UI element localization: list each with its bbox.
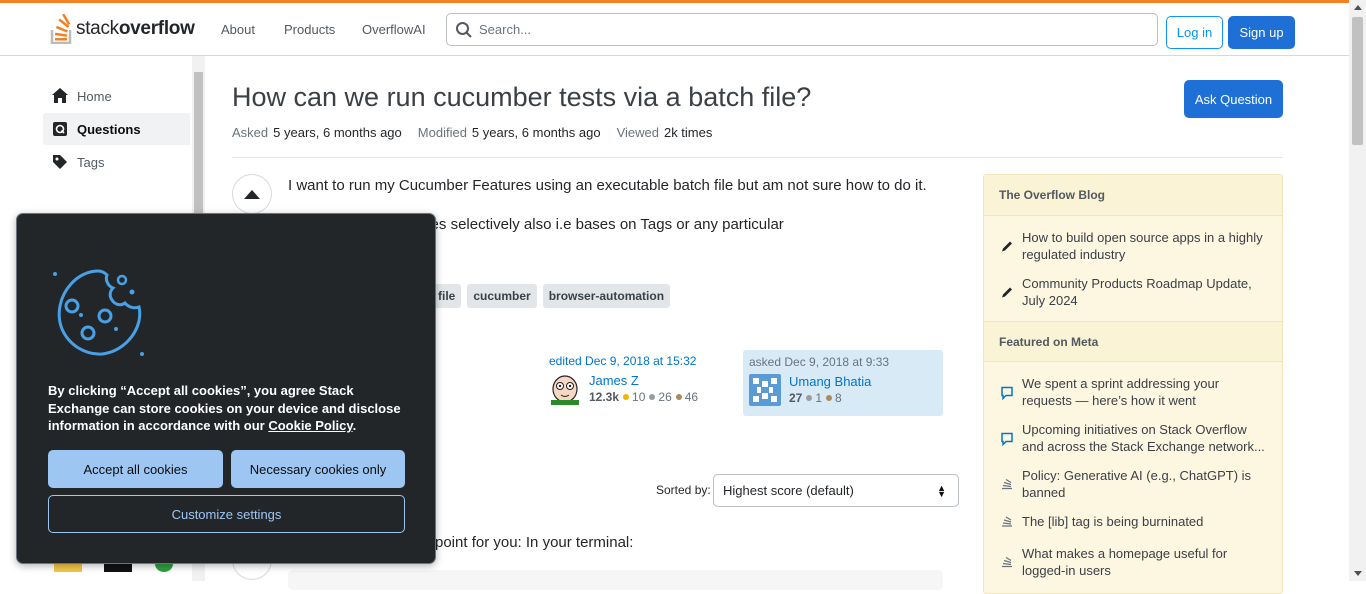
tag-cucumber[interactable]: cucumber — [467, 284, 537, 308]
sidebar-item-tags[interactable]: Tags — [43, 146, 190, 178]
asked-time[interactable]: asked Dec 9, 2018 at 9:33 — [749, 355, 937, 369]
select-arrows-icon: ▲ ▼ — [937, 483, 946, 499]
sidebar-scrollbar-thumb[interactable] — [194, 72, 203, 222]
sorted-by-label: Sorted by: — [656, 483, 711, 497]
sidebar-item-home[interactable]: Home — [43, 80, 190, 112]
overflow-blog-widget: The Overflow Blog How to build open sour… — [983, 174, 1283, 594]
stackoverflow-logo[interactable]: stackoverflow — [50, 12, 195, 46]
meta-item-text: What makes a homepage useful for logged-… — [1022, 546, 1228, 578]
blog-item[interactable]: Community Products Roadmap Update, July … — [1000, 275, 1270, 309]
blog-item-text: Community Products Roadmap Update, July … — [1022, 276, 1252, 308]
search-placeholder: Search... — [479, 22, 532, 37]
meta-widget-title: Featured on Meta — [984, 321, 1282, 362]
blog-item[interactable]: How to build open source apps in a highl… — [1000, 229, 1270, 263]
signup-button[interactable]: Sign up — [1228, 16, 1295, 49]
avatar[interactable] — [749, 374, 781, 406]
cookie-policy-link[interactable]: Cookie Policy — [268, 418, 352, 433]
cookie-icon — [53, 269, 144, 356]
asker-reputation: 27 1 8 — [789, 391, 842, 405]
login-button[interactable]: Log in — [1166, 16, 1223, 49]
necessary-cookies-button[interactable]: Necessary cookies only — [231, 450, 405, 488]
nav-products[interactable]: Products — [284, 22, 335, 37]
question-meta: Asked 5 years, 6 months ago Modified 5 yea… — [232, 125, 712, 140]
editor-name[interactable]: James Z — [589, 373, 698, 388]
edited-time[interactable]: edited Dec 9, 2018 at 15:32 — [549, 354, 734, 368]
meta-item-text: The [lib] tag is being burninated — [1022, 514, 1204, 529]
stackoverflow-logo-icon — [50, 14, 72, 44]
meta-item[interactable]: The [lib] tag is being burninated — [1000, 513, 1270, 530]
stack-exchange-icon — [1002, 556, 1012, 568]
cookie-consent-text: By clicking “Accept all cookies”, you ag… — [48, 383, 401, 433]
chat-bubble-icon — [1001, 386, 1013, 401]
tag-list: file cucumber browser-automation — [432, 284, 671, 308]
meta-item[interactable]: What makes a homepage useful for logged-… — [1000, 545, 1270, 579]
nav-overflowai[interactable]: OverflowAI — [362, 22, 426, 37]
meta-item-text: Policy: Generative AI (e.g., ChatGPT) is… — [1022, 468, 1252, 500]
modified-meta[interactable]: Modified 5 years, 6 months ago — [418, 125, 601, 140]
avatar[interactable] — [549, 373, 581, 405]
sidebar-item-label: Tags — [77, 154, 105, 170]
editor-reputation: 12.3k 10 26 46 — [589, 390, 699, 404]
question-title[interactable]: How can we run cucumber tests via a batc… — [232, 82, 811, 113]
logo-text: stackoverflow — [76, 18, 195, 39]
scrollbar-thumb[interactable] — [1352, 17, 1363, 145]
viewed-meta: Viewed 2k times — [616, 125, 713, 140]
question-body-paragraph: I want to run my Cucumber Features using… — [288, 177, 927, 194]
sidebar-item-label: Home — [77, 88, 112, 104]
sidebar-item-label: Questions — [77, 121, 141, 137]
asked-meta: Asked 5 years, 6 months ago — [232, 125, 402, 140]
nav-about[interactable]: About — [221, 22, 255, 37]
tag-icon — [53, 155, 67, 169]
pencil-icon — [1002, 241, 1012, 252]
title-divider — [232, 157, 1283, 158]
accept-all-cookies-button[interactable]: Accept all cookies — [48, 450, 223, 488]
cookie-consent-dialog: By clicking “Accept all cookies”, you ag… — [16, 213, 436, 564]
editor-card: edited Dec 9, 2018 at 15:32 James Z 12.3… — [549, 354, 734, 405]
page-scrollbar[interactable] — [1349, 0, 1366, 581]
questions-icon — [53, 122, 67, 136]
upvote-icon — [244, 189, 260, 199]
stack-exchange-icon — [1002, 516, 1012, 527]
answer-sort-select[interactable]: Highest score (default) ▲ ▼ — [713, 474, 959, 507]
chat-bubble-icon — [1001, 432, 1013, 447]
ask-question-button[interactable]: Ask Question — [1184, 80, 1283, 118]
scroll-down-icon[interactable] — [1354, 571, 1362, 576]
blog-item-text: How to build open source apps in a highl… — [1022, 230, 1263, 262]
answer-code-block — [288, 570, 943, 590]
home-icon — [52, 88, 68, 103]
meta-item[interactable]: Upcoming initiatives on Stack Overflow a… — [1000, 421, 1270, 455]
meta-item[interactable]: Policy: Generative AI (e.g., ChatGPT) is… — [1000, 467, 1270, 501]
top-bar: stackoverflow About Products OverflowAI … — [0, 0, 1366, 56]
search-icon — [456, 21, 472, 38]
stack-exchange-icon — [1002, 478, 1012, 490]
scroll-up-icon[interactable] — [1354, 5, 1362, 10]
tag-batch-file[interactable]: file — [432, 284, 462, 308]
meta-item-text: Upcoming initiatives on Stack Overflow a… — [1022, 422, 1265, 454]
search-input[interactable]: Search... — [446, 13, 1158, 46]
pencil-icon — [1002, 287, 1012, 298]
blog-widget-title: The Overflow Blog — [984, 175, 1282, 216]
sort-select-value: Highest score (default) — [723, 483, 854, 498]
asker-name[interactable]: Umang Bhatia — [789, 374, 871, 389]
upvote-button[interactable] — [232, 174, 272, 214]
tag-browser-automation[interactable]: browser-automation — [542, 284, 671, 308]
sidebar-item-questions[interactable]: Questions — [43, 113, 190, 145]
customize-settings-button[interactable]: Customize settings — [48, 495, 405, 533]
meta-item[interactable]: We spent a sprint addressing your reques… — [1000, 375, 1270, 409]
meta-item-text: We spent a sprint addressing your reques… — [1022, 376, 1220, 408]
asker-card: asked Dec 9, 2018 at 9:33 Umang Bhatia 2… — [743, 350, 943, 416]
answer-body-paragraph: point for you: In your terminal: — [435, 534, 634, 551]
